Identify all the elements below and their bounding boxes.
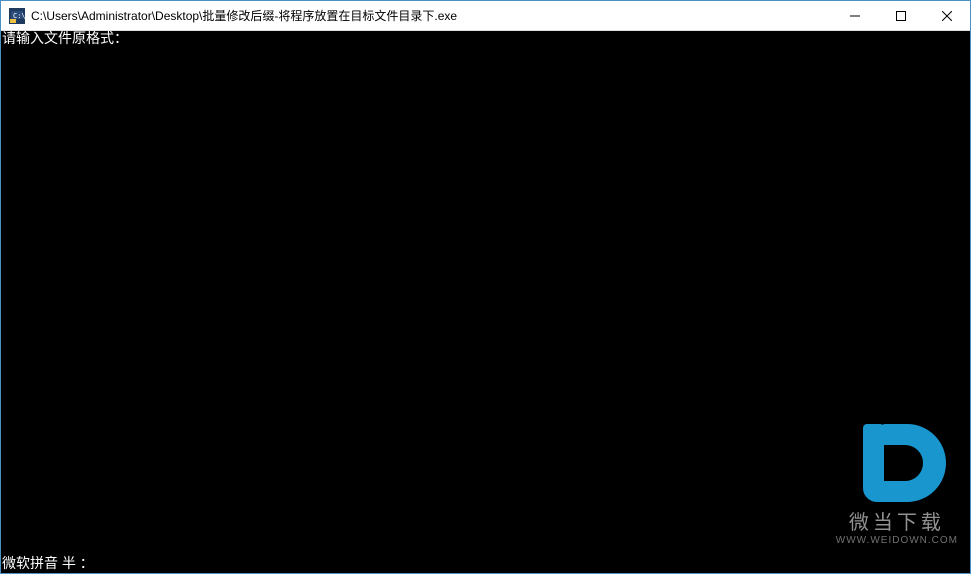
window-title: C:\Users\Administrator\Desktop\批量修改后缀-将程… [31, 7, 832, 24]
app-icon: C:\ [9, 8, 25, 24]
console-prompt-line: 请输入文件原格式： [1, 31, 970, 47]
svg-text:C:\: C:\ [13, 12, 25, 20]
watermark-logo-icon [847, 413, 947, 513]
application-window: C:\ C:\Users\Administrator\Desktop\批量修改后… [0, 0, 971, 574]
watermark: 微当下载 WWW.WEIDOWN.COM [836, 413, 958, 549]
titlebar[interactable]: C:\ C:\Users\Administrator\Desktop\批量修改后… [1, 1, 970, 31]
close-button[interactable] [924, 1, 970, 30]
window-controls [832, 1, 970, 30]
console-output[interactable]: 请输入文件原格式： 微软拼音 半 ： 微当下载 WWW.WEIDOWN.COM [1, 31, 970, 573]
ime-status-bar: 微软拼音 半 ： [1, 555, 970, 573]
maximize-button[interactable] [878, 1, 924, 30]
watermark-url: WWW.WEIDOWN.COM [836, 533, 958, 549]
minimize-button[interactable] [832, 1, 878, 30]
watermark-title: 微当下载 [836, 515, 958, 531]
